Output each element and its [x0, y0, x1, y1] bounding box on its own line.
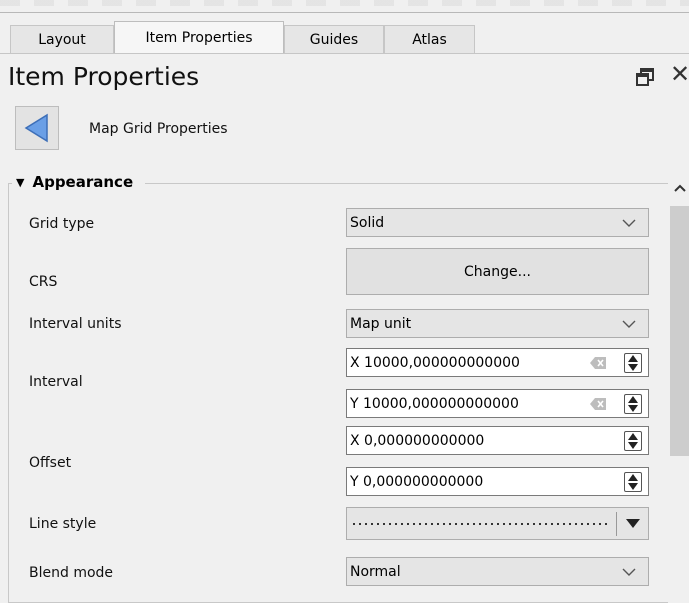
- grid-type-value: Solid: [350, 214, 385, 231]
- line-style-button[interactable]: [346, 507, 649, 540]
- interval-units-value: Map unit: [350, 315, 412, 332]
- interval-x-value: X 10000,000000000000: [350, 354, 520, 371]
- tab-baseline: [0, 53, 689, 54]
- interval-units-select[interactable]: Map unit: [346, 309, 649, 338]
- chevron-down-icon: [622, 320, 636, 328]
- spin-arrows-icon[interactable]: [624, 394, 642, 414]
- close-icon[interactable]: ✕: [670, 62, 689, 86]
- interval-units-label: Interval units: [29, 316, 122, 332]
- grid-type-label: Grid type: [29, 216, 95, 232]
- panel-title: Item Properties: [8, 62, 200, 91]
- back-button[interactable]: [15, 106, 59, 150]
- offset-y-input[interactable]: Y 0,000000000000: [346, 467, 649, 496]
- top-strip: [0, 0, 689, 12]
- separator: [616, 512, 617, 536]
- tab-guides[interactable]: Guides: [284, 25, 384, 53]
- chevron-down-icon: [622, 219, 636, 227]
- group-title: Appearance: [32, 173, 134, 191]
- crs-label: CRS: [29, 274, 58, 290]
- scroll-up-icon[interactable]: [674, 182, 686, 196]
- back-arrow-icon: [24, 113, 48, 143]
- spin-arrows-icon[interactable]: [624, 353, 642, 373]
- dropdown-arrow-icon[interactable]: [626, 519, 640, 529]
- interval-x-input[interactable]: X 10000,000000000000: [346, 348, 649, 377]
- change-crs-button[interactable]: Change...: [346, 248, 649, 295]
- interval-label: Interval: [29, 374, 83, 390]
- float-icon[interactable]: [636, 68, 654, 86]
- appearance-group-toggle[interactable]: ▼ Appearance: [12, 173, 146, 191]
- blend-mode-label: Blend mode: [29, 565, 114, 581]
- tab-item-properties[interactable]: Item Properties: [114, 21, 284, 54]
- chevron-down-icon: [622, 568, 636, 576]
- clear-icon[interactable]: [590, 357, 606, 369]
- interval-y-value: Y 10000,000000000000: [350, 395, 519, 412]
- dotted-line-preview: [353, 523, 608, 525]
- offset-y-value: Y 0,000000000000: [350, 473, 484, 490]
- offset-x-value: X 0,000000000000: [350, 432, 485, 449]
- grid-type-select[interactable]: Solid: [346, 208, 649, 237]
- offset-label: Offset: [29, 455, 72, 471]
- collapse-arrow-icon: ▼: [16, 175, 25, 189]
- interval-y-input[interactable]: Y 10000,000000000000: [346, 389, 649, 418]
- blend-mode-value: Normal: [350, 563, 401, 580]
- tab-layout[interactable]: Layout: [10, 25, 114, 53]
- tab-atlas[interactable]: Atlas: [384, 25, 475, 53]
- spin-arrows-icon[interactable]: [624, 472, 642, 492]
- offset-x-input[interactable]: X 0,000000000000: [346, 426, 649, 455]
- tab-bar: Layout Item Properties Guides Atlas: [0, 13, 689, 57]
- clear-icon[interactable]: [590, 398, 606, 410]
- blend-mode-select[interactable]: Normal: [346, 557, 649, 586]
- line-style-label: Line style: [29, 516, 97, 532]
- spin-arrows-icon[interactable]: [624, 431, 642, 451]
- back-label: Map Grid Properties: [89, 121, 228, 137]
- scrollbar-thumb[interactable]: [670, 206, 689, 456]
